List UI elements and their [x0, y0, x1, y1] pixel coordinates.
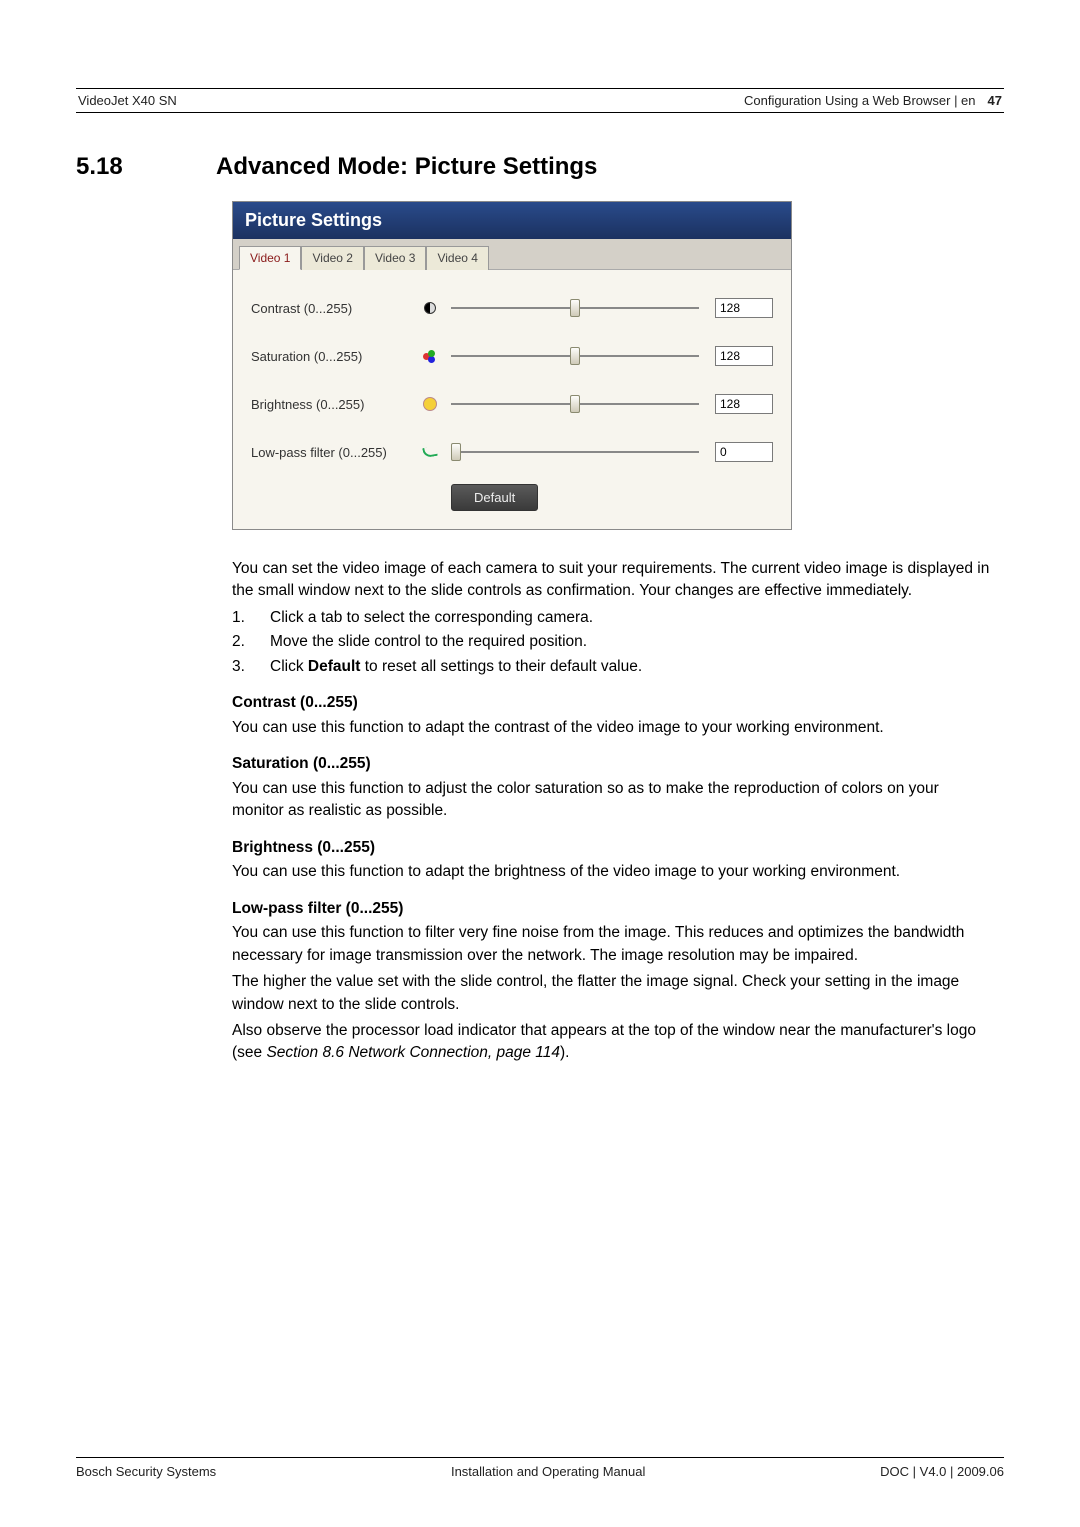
lowpass-row: Low-pass filter (0...255) [251, 442, 773, 462]
saturation-row: Saturation (0...255) [251, 346, 773, 366]
product-name: VideoJet X40 SN [78, 93, 177, 108]
lowpass-label: Low-pass filter (0...255) [251, 445, 421, 460]
contrast-body: You can use this function to adapt the c… [232, 717, 992, 739]
lowpass-p1: You can use this function to filter very… [232, 922, 992, 967]
lowpass-slider[interactable] [451, 444, 699, 460]
video-tabs: Video 1 Video 2 Video 3 Video 4 [233, 239, 791, 270]
saturation-label: Saturation (0...255) [251, 349, 421, 364]
saturation-input[interactable] [715, 346, 773, 366]
tab-video-4[interactable]: Video 4 [426, 246, 488, 270]
brightness-label: Brightness (0...255) [251, 397, 421, 412]
brightness-heading: Brightness (0...255) [232, 837, 992, 859]
lowpass-input[interactable] [715, 442, 773, 462]
tab-video-3[interactable]: Video 3 [364, 246, 426, 270]
breadcrumb: Configuration Using a Web Browser | en [744, 93, 975, 108]
page-footer: Bosch Security Systems Installation and … [76, 1457, 1004, 1479]
saturation-heading: Saturation (0...255) [232, 753, 992, 775]
list-item: 2. Move the slide control to the require… [232, 631, 992, 653]
panel-title: Picture Settings [233, 202, 791, 239]
brightness-input[interactable] [715, 394, 773, 414]
footer-center: Installation and Operating Manual [451, 1464, 645, 1479]
saturation-body: You can use this function to adjust the … [232, 778, 992, 823]
intro-text: You can set the video image of each came… [232, 558, 992, 603]
section-number: 5.18 [76, 153, 156, 181]
contrast-heading: Contrast (0...255) [232, 692, 992, 714]
body-text: You can set the video image of each came… [232, 558, 992, 1065]
contrast-slider[interactable] [451, 300, 699, 316]
saturation-slider[interactable] [451, 348, 699, 364]
tab-video-1[interactable]: Video 1 [239, 246, 301, 270]
contrast-input[interactable] [715, 298, 773, 318]
lowpass-p3: Also observe the processor load indicato… [232, 1020, 992, 1065]
contrast-icon [421, 300, 439, 316]
contrast-label: Contrast (0...255) [251, 301, 421, 316]
section-title: Advanced Mode: Picture Settings [216, 153, 597, 181]
page-number: 47 [988, 93, 1002, 108]
section-heading: 5.18 Advanced Mode: Picture Settings [76, 153, 1004, 181]
footer-right: DOC | V4.0 | 2009.06 [880, 1464, 1004, 1479]
lowpass-icon [421, 444, 439, 460]
picture-settings-panel: Picture Settings Video 1 Video 2 Video 3… [232, 201, 792, 530]
lowpass-heading: Low-pass filter (0...255) [232, 898, 992, 920]
default-button[interactable]: Default [451, 484, 538, 511]
brightness-slider[interactable] [451, 396, 699, 412]
lowpass-p2: The higher the value set with the slide … [232, 971, 992, 1016]
brightness-body: You can use this function to adapt the b… [232, 861, 992, 883]
tab-video-2[interactable]: Video 2 [301, 246, 363, 270]
brightness-icon [421, 396, 439, 412]
list-item: 1. Click a tab to select the correspondi… [232, 607, 992, 629]
saturation-icon [421, 348, 439, 364]
brightness-row: Brightness (0...255) [251, 394, 773, 414]
page-header: VideoJet X40 SN Configuration Using a We… [76, 93, 1004, 112]
contrast-row: Contrast (0...255) [251, 298, 773, 318]
list-item: 3. Click Default to reset all settings t… [232, 656, 992, 678]
footer-left: Bosch Security Systems [76, 1464, 216, 1479]
